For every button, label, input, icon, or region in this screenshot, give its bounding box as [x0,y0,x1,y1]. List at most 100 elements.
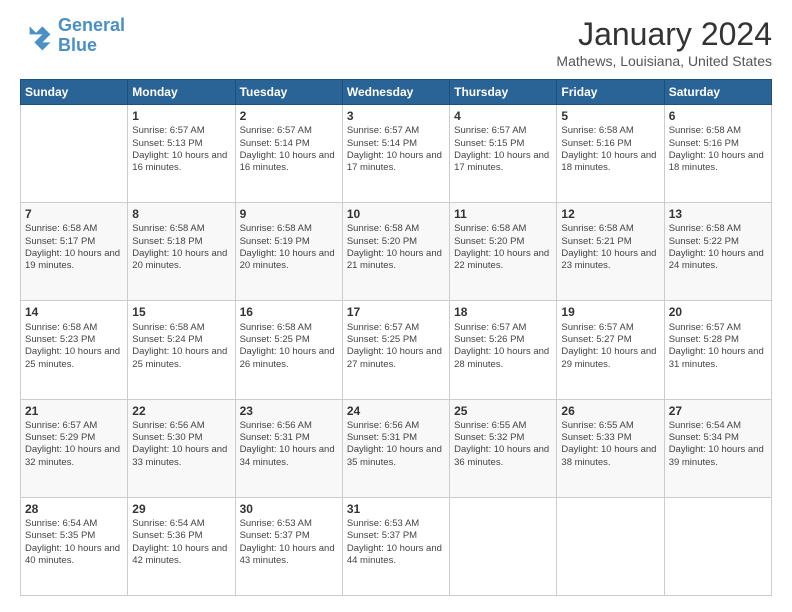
table-row: 18 Sunrise: 6:57 AM Sunset: 5:26 PM Dayli… [450,301,557,399]
calendar-week-row: 1Sunrise: 6:57 AM Sunset: 5:13 PM Daylig… [21,105,772,203]
day-number: 30 [240,501,338,517]
table-row: 26Sunrise: 6:55 AM Sunset: 5:33 PM Dayli… [557,399,664,497]
table-row: 19Sunrise: 6:57 AM Sunset: 5:27 PM Dayli… [557,301,664,399]
table-row [664,497,771,595]
day-number: 1 [132,108,230,124]
cell-content: Sunrise: 6:57 AM Sunset: 5:27 PM Dayligh… [561,322,659,371]
cell-content: Sunrise: 6:55 AM Sunset: 5:32 PM Dayligh… [454,420,552,469]
table-row: 3Sunrise: 6:57 AM Sunset: 5:14 PM Daylig… [342,105,449,203]
day-number: 17 [347,304,445,320]
day-number: 10 [347,206,445,222]
cell-content: Sunrise: 6:54 AM Sunset: 5:36 PM Dayligh… [132,518,230,567]
day-number: 7 [25,206,123,222]
cell-content: Sunrise: 6:58 AM Sunset: 5:20 PM Dayligh… [347,223,445,272]
table-row: 30Sunrise: 6:53 AM Sunset: 5:37 PM Dayli… [235,497,342,595]
cell-content: Sunrise: 6:58 AM Sunset: 5:16 PM Dayligh… [561,125,659,174]
header: General Blue January 2024 Mathews, Louis… [20,16,772,69]
day-number: 29 [132,501,230,517]
day-number: 2 [240,108,338,124]
logo-blue: Blue [58,35,97,55]
day-number: 25 [454,403,552,419]
table-row [21,105,128,203]
calendar-header-row: Sunday Monday Tuesday Wednesday Thursday… [21,80,772,105]
cell-content: Sunrise: 6:53 AM Sunset: 5:37 PM Dayligh… [347,518,445,567]
table-row: 22Sunrise: 6:56 AM Sunset: 5:30 PM Dayli… [128,399,235,497]
table-row: 23Sunrise: 6:56 AM Sunset: 5:31 PM Dayli… [235,399,342,497]
calendar-week-row: 28Sunrise: 6:54 AM Sunset: 5:35 PM Dayli… [21,497,772,595]
day-number: 16 [240,304,338,320]
table-row: 5Sunrise: 6:58 AM Sunset: 5:16 PM Daylig… [557,105,664,203]
table-row: 12Sunrise: 6:58 AM Sunset: 5:21 PM Dayli… [557,203,664,301]
table-row: 16Sunrise: 6:58 AM Sunset: 5:25 PM Dayli… [235,301,342,399]
day-number: 15 [132,304,230,320]
day-number: 6 [669,108,767,124]
day-number: 5 [561,108,659,124]
col-sunday: Sunday [21,80,128,105]
day-number: 8 [132,206,230,222]
cell-content: Sunrise: 6:57 AM Sunset: 5:26 PM Dayligh… [454,322,552,371]
cell-content: Sunrise: 6:58 AM Sunset: 5:21 PM Dayligh… [561,223,659,272]
cell-content: Sunrise: 6:57 AM Sunset: 5:13 PM Dayligh… [132,125,230,174]
table-row: 11Sunrise: 6:58 AM Sunset: 5:20 PM Dayli… [450,203,557,301]
day-number: 31 [347,501,445,517]
calendar-week-row: 7Sunrise: 6:58 AM Sunset: 5:17 PM Daylig… [21,203,772,301]
day-number: 28 [25,501,123,517]
table-row: 25Sunrise: 6:55 AM Sunset: 5:32 PM Dayli… [450,399,557,497]
cell-content: Sunrise: 6:58 AM Sunset: 5:20 PM Dayligh… [454,223,552,272]
logo-icon [20,20,52,52]
logo-general: General [58,15,125,35]
col-saturday: Saturday [664,80,771,105]
logo-text: General Blue [58,16,125,56]
table-row [557,497,664,595]
table-row: 21Sunrise: 6:57 AM Sunset: 5:29 PM Dayli… [21,399,128,497]
table-row: 29Sunrise: 6:54 AM Sunset: 5:36 PM Dayli… [128,497,235,595]
day-number: 21 [25,403,123,419]
day-number: 9 [240,206,338,222]
table-row: 10Sunrise: 6:58 AM Sunset: 5:20 PM Dayli… [342,203,449,301]
day-number: 14 [25,304,123,320]
calendar-table: Sunday Monday Tuesday Wednesday Thursday… [20,79,772,596]
day-number: 4 [454,108,552,124]
table-row: 14 Sunrise: 6:58 AM Sunset: 5:23 PM Dayli… [21,301,128,399]
day-number: 23 [240,403,338,419]
table-row: 4Sunrise: 6:57 AM Sunset: 5:15 PM Daylig… [450,105,557,203]
table-row: 6Sunrise: 6:58 AM Sunset: 5:16 PM Daylig… [664,105,771,203]
cell-content: Sunrise: 6:58 AM Sunset: 5:23 PM Dayligh… [25,322,123,371]
col-wednesday: Wednesday [342,80,449,105]
table-row: 2Sunrise: 6:57 AM Sunset: 5:14 PM Daylig… [235,105,342,203]
cell-content: Sunrise: 6:58 AM Sunset: 5:18 PM Dayligh… [132,223,230,272]
cell-content: Sunrise: 6:54 AM Sunset: 5:35 PM Dayligh… [25,518,123,567]
day-number: 13 [669,206,767,222]
col-thursday: Thursday [450,80,557,105]
day-number: 27 [669,403,767,419]
day-number: 3 [347,108,445,124]
cell-content: Sunrise: 6:58 AM Sunset: 5:19 PM Dayligh… [240,223,338,272]
cell-content: Sunrise: 6:57 AM Sunset: 5:28 PM Dayligh… [669,322,767,371]
table-row: 24Sunrise: 6:56 AM Sunset: 5:31 PM Dayli… [342,399,449,497]
day-number: 24 [347,403,445,419]
calendar-week-row: 14 Sunrise: 6:58 AM Sunset: 5:23 PM Dayli… [21,301,772,399]
cell-content: Sunrise: 6:57 AM Sunset: 5:14 PM Dayligh… [240,125,338,174]
day-number: 26 [561,403,659,419]
day-number: 12 [561,206,659,222]
logo: General Blue [20,16,125,56]
table-row: 27Sunrise: 6:54 AM Sunset: 5:34 PM Dayli… [664,399,771,497]
month-title: January 2024 [556,16,772,53]
table-row: 13Sunrise: 6:58 AM Sunset: 5:22 PM Dayli… [664,203,771,301]
day-number: 20 [669,304,767,320]
table-row: 15Sunrise: 6:58 AM Sunset: 5:24 PM Dayli… [128,301,235,399]
title-block: January 2024 Mathews, Louisiana, United … [556,16,772,69]
day-number: 18 [454,304,552,320]
col-tuesday: Tuesday [235,80,342,105]
cell-content: Sunrise: 6:56 AM Sunset: 5:30 PM Dayligh… [132,420,230,469]
cell-content: Sunrise: 6:56 AM Sunset: 5:31 PM Dayligh… [240,420,338,469]
cell-content: Sunrise: 6:57 AM Sunset: 5:29 PM Dayligh… [25,420,123,469]
cell-content: Sunrise: 6:58 AM Sunset: 5:22 PM Dayligh… [669,223,767,272]
day-number: 22 [132,403,230,419]
table-row: 9Sunrise: 6:58 AM Sunset: 5:19 PM Daylig… [235,203,342,301]
cell-content: Sunrise: 6:58 AM Sunset: 5:17 PM Dayligh… [25,223,123,272]
table-row: 8Sunrise: 6:58 AM Sunset: 5:18 PM Daylig… [128,203,235,301]
calendar-week-row: 21Sunrise: 6:57 AM Sunset: 5:29 PM Dayli… [21,399,772,497]
cell-content: Sunrise: 6:54 AM Sunset: 5:34 PM Dayligh… [669,420,767,469]
day-number: 11 [454,206,552,222]
